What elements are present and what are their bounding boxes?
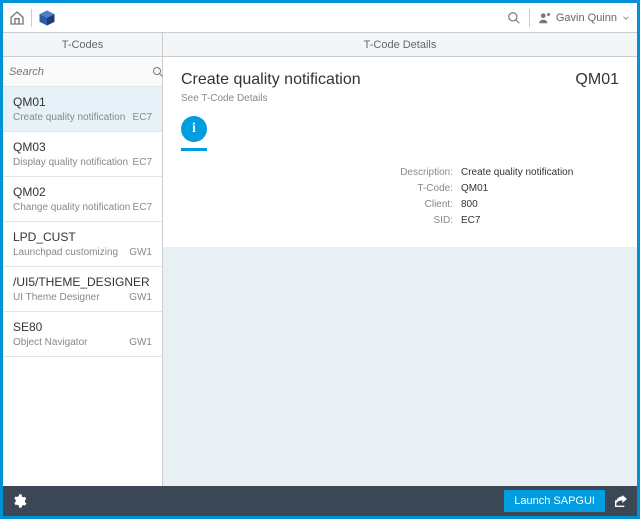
main: QM01Create quality notificationEC7QM03Di… xyxy=(3,57,637,486)
item-code: /UI5/THEME_DESIGNER xyxy=(13,275,152,289)
home-icon[interactable] xyxy=(9,10,25,26)
detail-panel: Create quality notification QM01 See T-C… xyxy=(163,57,637,486)
user-name: Gavin Quinn xyxy=(556,12,617,24)
list-column-title: T-Codes xyxy=(3,33,163,56)
list-item[interactable]: QM01 Create quality notificationEC7 xyxy=(3,87,162,132)
tcode-list: QM01Create quality notificationEC7QM03Di… xyxy=(3,87,162,486)
item-tag: GW1 xyxy=(129,292,152,303)
search-icon[interactable] xyxy=(507,11,521,25)
detail-card: Create quality notification QM01 See T-C… xyxy=(163,57,637,247)
list-item[interactable]: QM03 Display quality notificationEC7 xyxy=(3,132,162,177)
list-item[interactable]: LPD_CUSTLaunchpad customizingGW1 xyxy=(3,222,162,267)
item-tag: GW1 xyxy=(129,337,152,348)
info-tab[interactable]: i xyxy=(181,116,207,151)
item-code: QM03 xyxy=(13,140,152,154)
share-icon[interactable] xyxy=(613,493,629,509)
field-label: Description: xyxy=(181,165,461,181)
item-code: QM01 xyxy=(13,95,152,109)
item-code: LPD_CUST xyxy=(13,230,152,244)
field-label: Client: xyxy=(181,197,461,213)
sidebar: QM01Create quality notificationEC7QM03Di… xyxy=(3,57,163,486)
field-value: EC7 xyxy=(461,213,480,229)
top-bar: Gavin Quinn xyxy=(3,3,637,33)
item-desc: Change quality notification xyxy=(13,202,152,213)
item-desc: Display quality notification xyxy=(13,157,152,168)
detail-code: QM01 xyxy=(575,71,619,89)
info-icon: i xyxy=(181,116,207,142)
field-value: QM01 xyxy=(461,181,488,197)
item-tag: EC7 xyxy=(133,202,152,213)
user-menu[interactable]: Gavin Quinn xyxy=(538,11,631,25)
column-headers: T-Codes T-Code Details xyxy=(3,33,637,57)
field-label: SID: xyxy=(181,213,461,229)
search-input[interactable] xyxy=(9,66,152,78)
item-tag: EC7 xyxy=(133,157,152,168)
field-value: Create quality notification xyxy=(461,165,573,181)
item-tag: EC7 xyxy=(133,112,152,123)
cube-icon[interactable] xyxy=(38,9,56,27)
detail-fields: Description:Create quality notification … xyxy=(181,165,619,229)
field-value: 800 xyxy=(461,197,478,213)
detail-title: Create quality notification xyxy=(181,71,361,89)
footer-bar: Launch SAPGUI xyxy=(3,486,637,516)
item-code: SE80 xyxy=(13,320,152,334)
list-item[interactable]: /UI5/THEME_DESIGNERUI Theme DesignerGW1 xyxy=(3,267,162,312)
launch-sapgui-button[interactable]: Launch SAPGUI xyxy=(504,490,605,512)
detail-column-title: T-Code Details xyxy=(163,33,637,56)
user-icon xyxy=(538,11,552,25)
detail-subtitle: See T-Code Details xyxy=(181,93,619,104)
item-code: QM02 xyxy=(13,185,152,199)
item-desc: Create quality notification xyxy=(13,112,152,123)
gear-icon[interactable] xyxy=(11,493,27,509)
search-bar xyxy=(3,57,162,87)
item-tag: GW1 xyxy=(129,247,152,258)
list-item[interactable]: SE80Object NavigatorGW1 xyxy=(3,312,162,357)
field-label: T-Code: xyxy=(181,181,461,197)
chevron-down-icon xyxy=(621,13,631,23)
list-item[interactable]: QM02 Change quality notificationEC7 xyxy=(3,177,162,222)
